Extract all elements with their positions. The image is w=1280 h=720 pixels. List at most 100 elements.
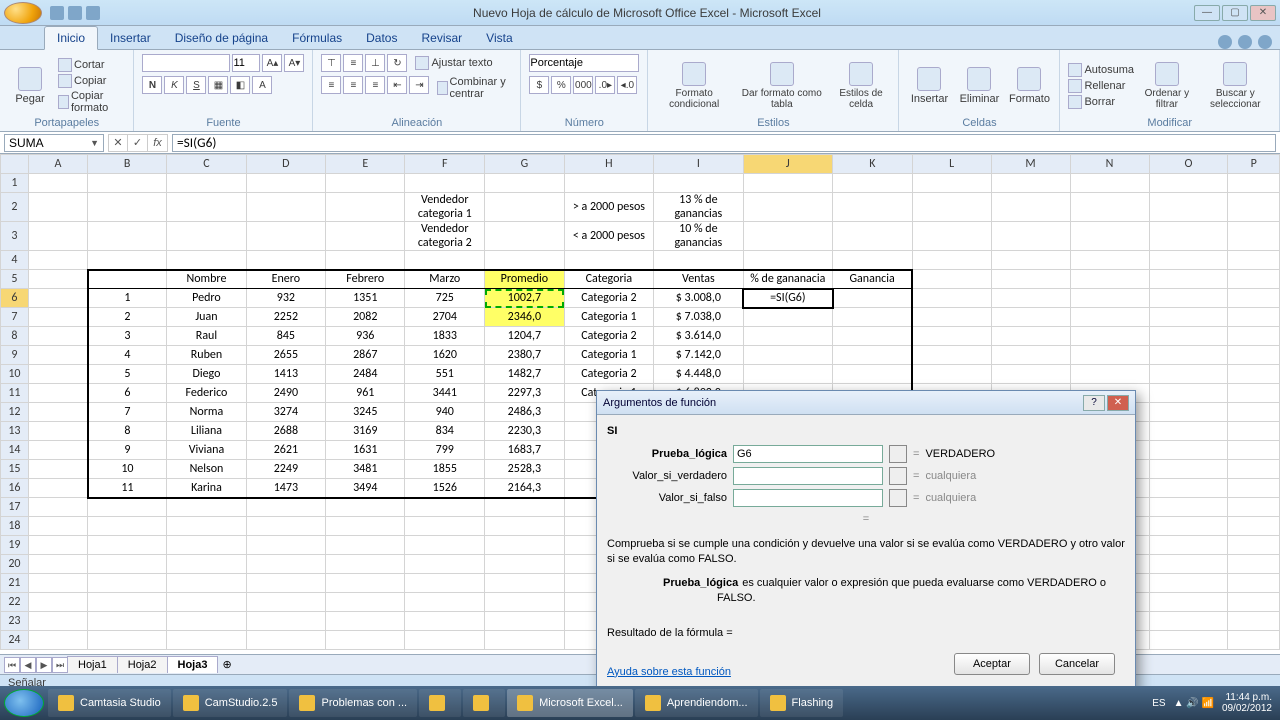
cell-E7[interactable]: 2082 [326,308,405,327]
cell-B3[interactable] [88,222,167,251]
cell-E3[interactable] [326,222,405,251]
cell-H2[interactable]: > a 2000 pesos [564,193,653,222]
cell-P20[interactable] [1228,555,1280,574]
row-header-15[interactable]: 15 [1,460,29,479]
col-header-O[interactable]: O [1149,155,1228,174]
cell-G11[interactable]: 2297,3 [485,384,565,403]
row-header-8[interactable]: 8 [1,327,29,346]
cell-P1[interactable] [1228,174,1280,193]
comma-icon[interactable]: 000 [573,76,593,94]
cell-E13[interactable]: 3169 [326,422,405,441]
cell-P17[interactable] [1228,498,1280,517]
cell-L10[interactable] [912,365,991,384]
arg1-input[interactable] [733,445,883,463]
cell-F1[interactable] [405,174,485,193]
cell-O3[interactable] [1149,222,1228,251]
cell-N8[interactable] [1070,327,1149,346]
find-select-button[interactable]: Buscar y seleccionar [1200,62,1271,110]
cell-F6[interactable]: 725 [405,289,485,308]
cell-P21[interactable] [1228,574,1280,593]
merge-center-button[interactable]: Combinar y centrar [437,76,512,100]
cell-A21[interactable] [28,574,87,593]
cell-A5[interactable] [28,270,87,289]
cell-F16[interactable]: 1526 [405,479,485,498]
cell-P24[interactable] [1228,631,1280,650]
cell-D21[interactable] [246,574,325,593]
cell-D17[interactable] [246,498,325,517]
cell-F7[interactable]: 2704 [405,308,485,327]
cell-J6[interactable]: =SI(G6) [743,289,832,308]
cell-M6[interactable] [991,289,1070,308]
cell-C4[interactable] [167,251,247,270]
cell-P18[interactable] [1228,517,1280,536]
underline-button[interactable]: S [186,76,206,94]
cell-B14[interactable]: 9 [88,441,167,460]
cell-I7[interactable]: $ 7.038,0 [654,308,743,327]
cell-C1[interactable] [167,174,247,193]
sheet-tab-Hoja3[interactable]: Hoja3 [167,656,219,673]
cell-G13[interactable]: 2230,3 [485,422,565,441]
cell-A12[interactable] [28,403,87,422]
col-header-G[interactable]: G [485,155,565,174]
cell-J2[interactable] [743,193,832,222]
cell-E8[interactable]: 936 [326,327,405,346]
cell-G18[interactable] [485,517,565,536]
cell-A19[interactable] [28,536,87,555]
cell-B22[interactable] [88,593,167,612]
cell-P12[interactable] [1228,403,1280,422]
cell-H1[interactable] [564,174,653,193]
cell-H9[interactable]: Categoria 1 [564,346,653,365]
cell-C10[interactable]: Diego [167,365,247,384]
cell-E22[interactable] [326,593,405,612]
cell-I1[interactable] [654,174,743,193]
cell-F2[interactable]: Vendedor categoria 1 [405,193,485,222]
cell-A8[interactable] [28,327,87,346]
cell-A17[interactable] [28,498,87,517]
cell-B9[interactable]: 4 [88,346,167,365]
col-header-H[interactable]: H [564,155,653,174]
cell-N1[interactable] [1070,174,1149,193]
dialog-close-icon[interactable]: ✕ [1107,395,1129,411]
lang-indicator[interactable]: ES [1152,698,1165,709]
col-header-J[interactable]: J [743,155,832,174]
cell-O22[interactable] [1149,593,1228,612]
cell-O2[interactable] [1149,193,1228,222]
arg3-ref-icon[interactable] [889,489,907,507]
copy-button[interactable]: Copiar [58,74,125,88]
cell-C9[interactable]: Ruben [167,346,247,365]
cell-M9[interactable] [991,346,1070,365]
cell-K7[interactable] [833,308,913,327]
cell-O15[interactable] [1149,460,1228,479]
cell-G9[interactable]: 2380,7 [485,346,565,365]
col-header-M[interactable]: M [991,155,1070,174]
row-header-22[interactable]: 22 [1,593,29,612]
bold-button[interactable]: N [142,76,162,94]
percent-icon[interactable]: % [551,76,571,94]
cell-B17[interactable] [88,498,167,517]
cell-E23[interactable] [326,612,405,631]
currency-icon[interactable]: $ [529,76,549,94]
cell-G12[interactable]: 2486,3 [485,403,565,422]
cell-D12[interactable]: 3274 [246,403,325,422]
cell-D9[interactable]: 2655 [246,346,325,365]
cell-D5[interactable]: Enero [246,270,325,289]
sheet-tab-Hoja2[interactable]: Hoja2 [117,656,168,673]
formula-input[interactable] [172,134,1276,152]
taskbar-item[interactable]: Problemas con ... [289,689,417,717]
cell-P16[interactable] [1228,479,1280,498]
font-size-input[interactable] [232,54,260,72]
align-top-icon[interactable]: ⊤ [321,54,341,72]
cell-A4[interactable] [28,251,87,270]
font-color-button[interactable]: A [252,76,272,94]
cell-E1[interactable] [326,174,405,193]
format-painter-button[interactable]: Copiar formato [58,90,125,114]
format-as-table-button[interactable]: Dar formato como tabla [738,62,826,110]
cell-A2[interactable] [28,193,87,222]
cell-B5[interactable] [88,270,167,289]
cell-L6[interactable] [912,289,991,308]
cell-D4[interactable] [246,251,325,270]
col-header-K[interactable]: K [833,155,913,174]
cell-I4[interactable] [654,251,743,270]
cell-A15[interactable] [28,460,87,479]
cell-C17[interactable] [167,498,247,517]
